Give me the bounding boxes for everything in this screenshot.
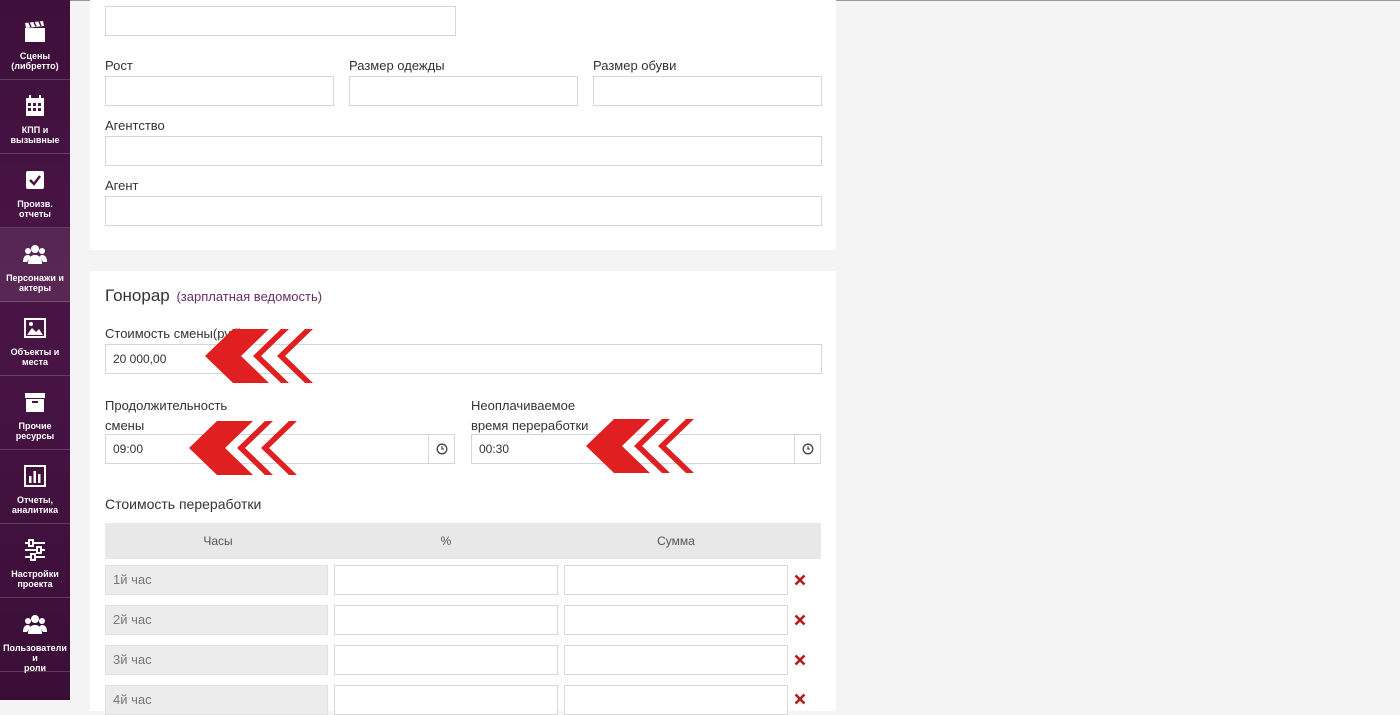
shift-duration-label-1: Продолжительность: [105, 398, 228, 413]
sidebar-item-label: Произв.: [17, 199, 53, 209]
clock-icon[interactable]: [794, 435, 820, 463]
sidebar-item-label-2: (либретто): [11, 61, 59, 71]
sidebar-item-label: Прочие: [18, 421, 52, 431]
sidebar-item-label-2: проекта: [17, 579, 53, 589]
shift-duration-input[interactable]: 09:00: [105, 434, 455, 464]
sidebar-item-label: Пользователи и: [3, 643, 67, 663]
table-row-hours: 1й час: [105, 565, 328, 595]
clapperboard-icon: [23, 20, 47, 44]
shift-duration-label-2: смены: [105, 418, 145, 433]
checkbox-icon: [23, 168, 47, 192]
delete-icon[interactable]: [794, 653, 806, 666]
agency-label: Агентство: [105, 118, 165, 133]
sidebar-item-analytics[interactable]: Отчеты, аналитика: [0, 450, 70, 524]
sidebar-item-locations[interactable]: Объекты и места: [0, 302, 70, 376]
unpaid-overtime-label-1: Неоплачиваемое: [471, 398, 576, 413]
delete-icon[interactable]: [794, 613, 806, 626]
shift-duration-label: Продолжительность смены: [105, 396, 227, 436]
agency-input[interactable]: [105, 136, 822, 166]
sidebar-item-label: КПП и: [21, 125, 49, 135]
fee-section-title: Гонорар (зарплатная ведомость): [105, 286, 322, 306]
unpaid-overtime-value: 00:30: [479, 442, 510, 456]
fee-subtitle: (зарплатная ведомость): [176, 289, 323, 304]
agent-input[interactable]: [105, 196, 822, 226]
shift-cost-input[interactable]: 20 000,00: [105, 344, 822, 374]
sidebar-item-users[interactable]: Пользователи и роли: [0, 598, 70, 673]
agent-label: Агент: [105, 178, 139, 193]
table-row-sum-input[interactable]: [564, 685, 788, 715]
shift-cost-label: Стоимость смены(руб): [105, 326, 243, 341]
sidebar-item-label-2: места: [22, 357, 48, 367]
sidebar-item-label: Настройки: [11, 569, 59, 579]
sidebar-item-resources[interactable]: Прочие ресурсы: [0, 376, 70, 450]
clothing-size-input[interactable]: [349, 76, 578, 106]
overtime-title: Стоимость переработки: [105, 496, 262, 512]
image-icon: [23, 316, 47, 340]
table-row-sum-input[interactable]: [564, 605, 788, 635]
sidebar-item-label: Персонажи и: [6, 273, 64, 283]
table-row-percent-input[interactable]: [334, 645, 558, 675]
table-row-sum-input[interactable]: [564, 565, 788, 595]
table-row-percent-input[interactable]: [334, 605, 558, 635]
height-label: Рост: [105, 58, 133, 73]
table-row-sum-input[interactable]: [564, 645, 788, 675]
sidebar-item-label-2: ресурсы: [15, 431, 55, 441]
shoe-size-input[interactable]: [593, 76, 822, 106]
sidebar-item-checkpoints[interactable]: КПП и вызывные: [0, 80, 70, 154]
sidebar-item-characters[interactable]: Персонажи и актеры: [0, 228, 70, 302]
unpaid-overtime-input[interactable]: 00:30: [471, 434, 821, 464]
table-row-percent-input[interactable]: [334, 685, 558, 715]
shoe-size-label: Размер обуви: [593, 58, 677, 73]
sidebar-item-label-2: аналитика: [11, 505, 59, 515]
sidebar-item-label-2: актеры: [18, 283, 52, 293]
unpaid-overtime-label-2: время переработки: [471, 418, 589, 433]
sidebar-item-label-2: вызывные: [10, 135, 60, 145]
delete-icon[interactable]: [794, 573, 806, 586]
clock-icon[interactable]: [428, 435, 454, 463]
users-roles-icon: [23, 612, 47, 636]
archive-box-icon: [23, 390, 47, 414]
table-row-hours: 4й час: [105, 685, 328, 715]
sidebar-item-label: Объекты и: [10, 347, 60, 357]
top-partial-input[interactable]: [105, 6, 456, 36]
overtime-table-header: Часы % Сумма: [105, 523, 821, 559]
table-row-percent-input[interactable]: [334, 565, 558, 595]
fee-title: Гонорар: [105, 286, 170, 305]
sum-header: Сумма: [657, 534, 695, 548]
shift-duration-value: 09:00: [113, 442, 144, 456]
unpaid-overtime-label: Неоплачиваемое время переработки: [471, 396, 588, 436]
sidebar-item-reports[interactable]: Произв. отчеты: [0, 154, 70, 228]
clothing-size-label: Размер одежды: [349, 58, 445, 73]
users-icon: [23, 242, 47, 266]
table-row-hours: 2й час: [105, 605, 328, 635]
height-input[interactable]: [105, 76, 334, 106]
percent-header: %: [440, 534, 452, 548]
sliders-icon: [23, 538, 47, 562]
table-row-hours: 3й час: [105, 645, 328, 675]
sidebar-item-scenes[interactable]: Сцены (либретто): [0, 6, 70, 80]
sidebar: Сцены (либретто) КПП и вызывные Произв. отч…: [0, 0, 70, 700]
calendar-icon: [23, 94, 47, 118]
sidebar-item-settings[interactable]: Настройки проекта: [0, 524, 70, 598]
sidebar-item-label-2: роли: [23, 663, 47, 673]
bar-chart-icon: [23, 464, 47, 488]
sidebar-item-label: Отчеты,: [16, 495, 54, 505]
sidebar-item-label: Сцены: [19, 51, 51, 61]
delete-icon[interactable]: [794, 692, 806, 705]
hours-header: Часы: [203, 534, 233, 548]
sidebar-item-label-2: отчеты: [19, 209, 51, 219]
